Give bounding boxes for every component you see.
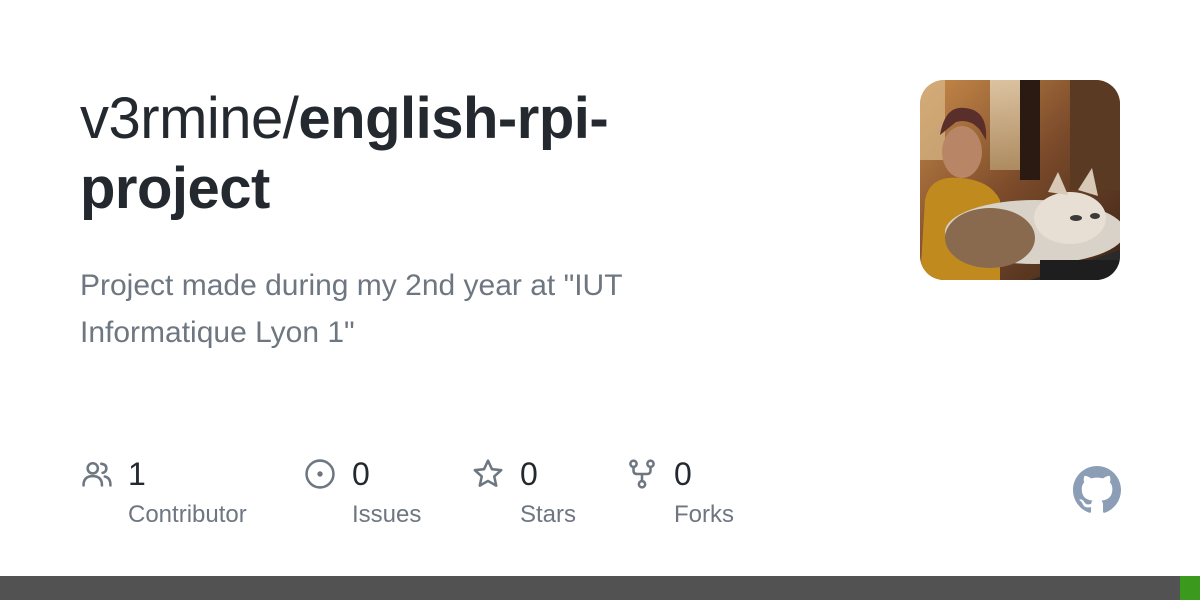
contributor-count: 1 [128, 456, 146, 492]
github-mark-icon[interactable] [1073, 466, 1121, 514]
forks-label: Forks [674, 501, 734, 528]
stat-forks[interactable]: 0 Forks [625, 455, 745, 535]
repo-title: v3rmine/english-rpi-project [80, 84, 800, 224]
issue-icon [305, 459, 335, 489]
contributor-label: Contributor [128, 501, 247, 528]
repo-name-line1[interactable]: english-rpi- [298, 86, 608, 151]
stars-label: Stars [520, 501, 577, 528]
stat-contributors[interactable]: 1 Contributor [80, 455, 270, 535]
repo-description: Project made during my 2nd year at "IUT … [80, 269, 623, 349]
fork-icon [629, 459, 655, 489]
repo-owner[interactable]: v3rmine/ [80, 86, 299, 151]
forks-count: 0 [674, 456, 692, 492]
issues-count: 0 [352, 456, 370, 492]
avatar[interactable] [920, 80, 1120, 280]
stat-stars[interactable]: 0 Stars [471, 455, 591, 535]
stat-issues[interactable]: 0 Issues [303, 455, 443, 535]
people-icon [82, 461, 112, 487]
language-segment [1180, 576, 1200, 600]
issues-label: Issues [352, 501, 422, 528]
avatar-photo [920, 80, 1120, 280]
stars-count: 0 [520, 456, 538, 492]
language-bar [0, 576, 1200, 600]
repo-name-line2[interactable]: project [80, 156, 270, 221]
star-icon [473, 459, 503, 487]
